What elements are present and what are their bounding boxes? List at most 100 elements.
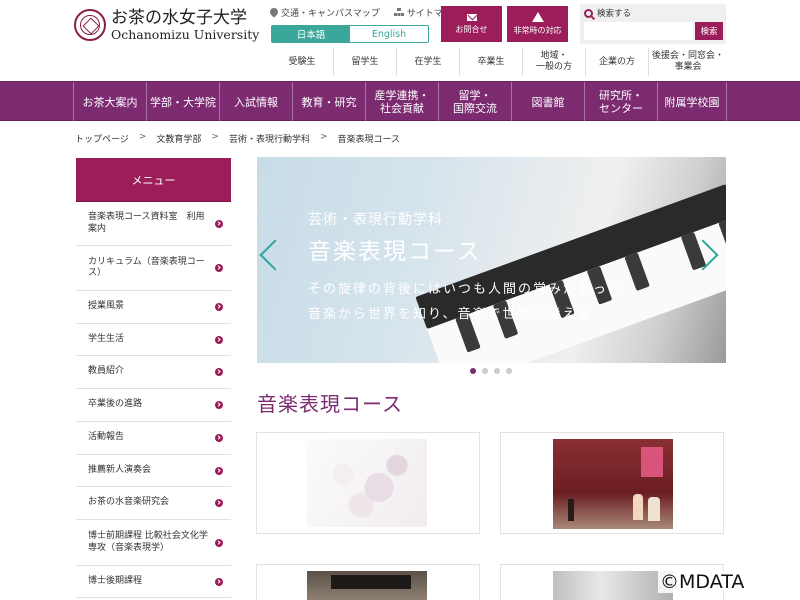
lang-en-button[interactable]: English (350, 26, 428, 42)
audience-nav: 受験生 留学生 在学生 卒業生 地域・ 一般の方 企業の方 後援会・同窓会・ 事… (271, 48, 727, 76)
breadcrumb-home[interactable]: トップページ (75, 132, 129, 145)
hero-slider[interactable]: 芸術・表現行動学科 音楽表現コース その旋律の背後にはいつも人間の営みがあった … (257, 157, 726, 363)
slider-pagination (470, 368, 512, 374)
piano-image (415, 184, 726, 363)
nav-item-about[interactable]: お茶大案内 (73, 82, 146, 122)
breadcrumb-current: 音楽表現コース (337, 135, 401, 145)
nav-item-institutes[interactable]: 研究所・ センター (584, 82, 657, 122)
sidebar-item-activity-report[interactable]: 活動報告 (76, 422, 231, 455)
sidebar-item-careers[interactable]: 卒業後の進路 (76, 389, 231, 422)
audience-link-supporters[interactable]: 後援会・同窓会・ 事業会 (649, 48, 727, 76)
contact-label: お問合せ (455, 24, 488, 34)
contact-button[interactable]: お問合せ (441, 6, 502, 42)
search-box: 検索する 検索 (580, 4, 726, 44)
chevron-right-icon (215, 434, 223, 442)
language-switcher: 日本語 English (271, 25, 429, 43)
audience-link-students[interactable]: 在学生 (397, 48, 460, 76)
emergency-label: 非常時の対応 (513, 26, 562, 35)
piano-room-image (307, 571, 427, 600)
sidebar-item-recital[interactable]: 推薦新人演奏会 (76, 455, 231, 487)
breadcrumb-faculty[interactable]: 文教育学部 (156, 132, 201, 145)
chevron-right-icon (215, 264, 223, 272)
chevron-right-icon (215, 466, 223, 475)
search-icon (584, 8, 593, 18)
audience-link-public[interactable]: 地域・ 一般の方 (523, 48, 586, 76)
breadcrumb: トップページ > 文教育学部 > 芸術・表現行動学科 > 音楽表現コース (75, 132, 400, 145)
slider-dot[interactable] (470, 368, 476, 374)
content-card[interactable] (256, 564, 480, 600)
sitemap-icon (393, 8, 404, 17)
university-seal-icon (74, 9, 106, 41)
sidebar-item-label: お茶の水音楽研究会 (88, 497, 170, 508)
chevron-right-icon (215, 577, 223, 586)
sidebar-item-label: 学生生活 (88, 333, 125, 344)
audience-link-applicants[interactable]: 受験生 (271, 48, 334, 76)
sidebar-item-curriculum[interactable]: カリキュラム（音楽表現コース） (76, 246, 231, 291)
sidebar-item-label: 推薦新人演奏会 (88, 464, 152, 475)
content-card[interactable] (256, 432, 480, 534)
university-name-en: Ochanomizu University (111, 27, 260, 42)
slider-dot[interactable] (482, 368, 488, 374)
nav-item-education-research[interactable]: 教育・研究 (292, 82, 365, 122)
university-logo[interactable]: お茶の水女子大学 Ochanomizu University (74, 8, 259, 42)
breadcrumb-separator: > (211, 132, 219, 142)
warning-icon (531, 12, 544, 22)
sidebar-item-masters[interactable]: 博士前期課程 比較社会文化学専攻（音楽表現学） (76, 520, 231, 566)
chevron-right-icon (215, 499, 223, 507)
breadcrumb-separator: > (138, 132, 147, 142)
nav-item-international[interactable]: 留学・ 国際交流 (438, 82, 511, 122)
audience-link-companies[interactable]: 企業の方 (586, 48, 649, 76)
nav-item-admissions[interactable]: 入試情報 (219, 82, 292, 122)
sidebar-item-music-society[interactable]: お茶の水音楽研究会 (76, 487, 231, 520)
chevron-right-icon (215, 303, 223, 311)
hero-tagline-1: その旋律の背後にはいつも人間の営みがあった (308, 282, 624, 297)
sidebar-item-label: 活動報告 (88, 432, 125, 443)
mail-icon (466, 13, 477, 21)
sidebar-title: メニュー (76, 158, 231, 202)
cherry-blossom-image (307, 439, 427, 527)
access-map-label: 交通・キャンパスマップ (281, 9, 380, 19)
hero-subtitle: 芸術・表現行動学科 (308, 212, 443, 228)
utility-links: 交通・キャンパスマップ サイトマップ (270, 6, 461, 19)
search-label: 検索する (597, 9, 632, 19)
slider-dot[interactable] (506, 368, 512, 374)
breadcrumb-separator: > (319, 132, 328, 142)
sidebar-item-resource-room[interactable]: 音楽表現コース資料室 利用案内 (76, 202, 231, 246)
chevron-right-icon (215, 401, 223, 409)
sidebar-item-label: カリキュラム（音楽表現コース） (88, 256, 205, 279)
slider-dot[interactable] (494, 368, 500, 374)
sidebar-item-doctoral[interactable]: 博士後期課程 (76, 566, 231, 598)
search-button[interactable]: 検索 (695, 22, 723, 40)
hero-title: 音楽表現コース (308, 239, 482, 265)
slider-prev-arrow-icon[interactable] (259, 239, 291, 271)
nav-item-attached-schools[interactable]: 附属学校園 (657, 82, 727, 122)
access-map-link[interactable]: 交通・キャンパスマップ (270, 6, 380, 19)
emergency-button[interactable]: 非常時の対応 (507, 6, 568, 42)
sidebar-item-classes[interactable]: 授業風景 (76, 291, 231, 324)
content-card[interactable] (500, 432, 724, 534)
watermark: ©MDATA (658, 571, 747, 593)
sidebar-item-label: 博士後期課程 (88, 575, 143, 586)
nav-item-faculties[interactable]: 学部・大学院 (146, 82, 219, 122)
sidebar-item-label: 教員紹介 (88, 366, 125, 377)
chevron-right-icon (215, 368, 223, 376)
sidebar-item-label: 卒業後の進路 (88, 399, 143, 410)
audience-link-intl-students[interactable]: 留学生 (334, 48, 397, 76)
audience-link-alumni[interactable]: 卒業生 (460, 48, 523, 76)
sidebar-menu: メニュー 音楽表現コース資料室 利用案内 カリキュラム（音楽表現コース） 授業風… (76, 158, 231, 600)
chevron-right-icon (215, 538, 223, 547)
lang-ja-button[interactable]: 日本語 (272, 26, 350, 42)
main-nav: お茶大案内 学部・大学院 入試情報 教育・研究 産学連携・ 社会貢献 留学・ 国… (0, 81, 800, 122)
chevron-right-icon (215, 219, 223, 228)
section-title: 音楽表現コース (257, 392, 403, 416)
breadcrumb-department[interactable]: 芸術・表現行動学科 (229, 132, 310, 145)
chevron-right-icon (215, 335, 223, 344)
stage-performance-image (553, 439, 673, 529)
university-name-ja: お茶の水女子大学 (111, 8, 247, 28)
hero-tagline-2: 音楽から世界を知り、音楽で世界を考える (308, 307, 593, 322)
search-input[interactable] (584, 22, 693, 40)
nav-item-industry[interactable]: 産学連携・ 社会貢献 (365, 82, 438, 122)
sidebar-item-student-life[interactable]: 学生生活 (76, 324, 231, 356)
nav-item-library[interactable]: 図書館 (511, 82, 584, 122)
sidebar-item-faculty[interactable]: 教員紹介 (76, 356, 231, 389)
